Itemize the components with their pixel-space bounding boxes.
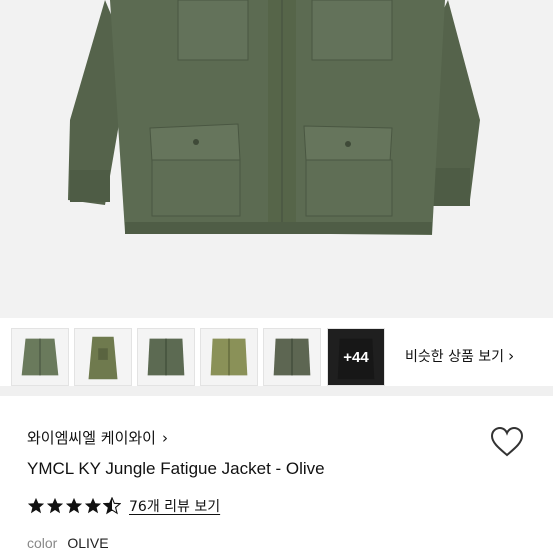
- product-hero-image[interactable]: [0, 0, 553, 318]
- rating-row: 76개 리뷰 보기: [27, 496, 220, 516]
- thumbnail-2[interactable]: [74, 328, 132, 386]
- heart-outline-icon[interactable]: [490, 426, 524, 458]
- chevron-right-icon: ›: [508, 347, 515, 365]
- thumbnail-4[interactable]: [200, 328, 258, 386]
- thumbnail-more[interactable]: +44: [327, 328, 385, 386]
- brand-link[interactable]: 와이엠씨엘 케이와이 ›: [27, 427, 168, 448]
- reviews-link[interactable]: 76개 리뷰 보기: [129, 496, 220, 516]
- similar-products-label: 비슷한 상품 보기: [405, 349, 505, 365]
- thumbnail-strip: +44 비슷한 상품 보기 ›: [0, 318, 553, 396]
- star-full-icon: [84, 497, 102, 514]
- thumbnail-5[interactable]: [263, 328, 321, 386]
- color-row: color OLIVE: [27, 535, 109, 551]
- more-count-label: +44: [328, 329, 384, 385]
- brand-name: 와이엠씨엘 케이와이: [27, 429, 156, 447]
- product-title: YMCL KY Jungle Fatigue Jacket - Olive: [27, 459, 325, 478]
- star-full-icon: [46, 497, 64, 514]
- thumbnail-3[interactable]: [137, 328, 195, 386]
- star-full-icon: [27, 497, 45, 514]
- star-half-icon: [103, 497, 121, 515]
- jacket-illustration: [0, 0, 553, 318]
- thumbnail-1[interactable]: [11, 328, 69, 386]
- chevron-right-icon: ›: [161, 428, 168, 447]
- color-value: OLIVE: [67, 535, 109, 551]
- product-info: 와이엠씨엘 케이와이 › YMCL KY Jungle Fatigue Jack…: [0, 406, 553, 553]
- rating-stars: [27, 497, 121, 515]
- star-full-icon: [65, 497, 83, 514]
- similar-products-link[interactable]: 비슷한 상품 보기 ›: [405, 346, 514, 366]
- color-label: color: [27, 535, 58, 551]
